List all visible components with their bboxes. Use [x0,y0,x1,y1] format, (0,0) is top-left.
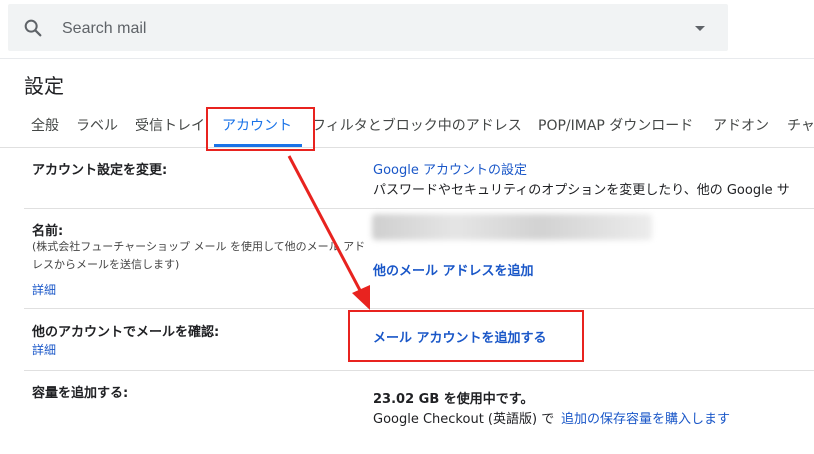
row-divider [24,308,814,309]
tabs-divider [0,147,814,148]
row-divider [24,370,814,371]
tab-addons[interactable]: アドオン [713,106,769,146]
storage-usage: 23.02 GB を使用中です。 [373,392,534,407]
search-icon[interactable] [22,17,44,39]
header-divider [0,58,814,59]
name-label: 名前: [32,224,64,239]
add-storage-label: 容量を追加する: [32,386,129,401]
search-input[interactable] [60,14,664,44]
tab-filters[interactable]: フィルタとブロック中のアドレス [312,106,522,146]
tab-chat[interactable]: チャ [787,106,814,146]
google-account-settings-link[interactable]: Google アカウントの設定 [373,159,527,178]
name-details-link[interactable]: 詳細 [32,281,56,298]
check-mail-details-link[interactable]: 詳細 [32,341,56,358]
tab-general[interactable]: 全般 [31,106,59,146]
change-account-label: アカウント設定を変更: [32,163,168,178]
add-email-address-link[interactable]: 他のメール アドレスを追加 [373,260,534,279]
blurred-sender-address [372,214,652,240]
buy-storage-link[interactable]: 追加の保存容量を購入します [561,408,730,427]
check-mail-label: 他のアカウントでメールを確認: [32,325,220,340]
chevron-down-icon[interactable] [695,26,705,31]
tab-pop-imap[interactable]: POP/IMAP ダウンロード [538,106,693,146]
annotation-box-add-account [348,310,584,362]
storage-note: Google Checkout (英語版) で [373,412,555,427]
tab-inbox[interactable]: 受信トレイ [135,106,205,146]
tab-labels[interactable]: ラベル [76,106,118,146]
change-account-description: パスワードやセキュリティのオプションを変更したり、他の Google サ [373,183,790,198]
page-title: 設定 [24,74,64,98]
row-divider [24,208,814,209]
settings-tabs: 全般 ラベル 受信トレイ アカウント フィルタとブロック中のアドレス POP/I… [0,106,814,146]
annotation-box-accounts-tab [206,107,315,151]
name-description: (株式会社フューチャーショップ メール を使用して他のメール アドレスからメール… [32,240,366,271]
search-bar[interactable] [8,4,728,51]
